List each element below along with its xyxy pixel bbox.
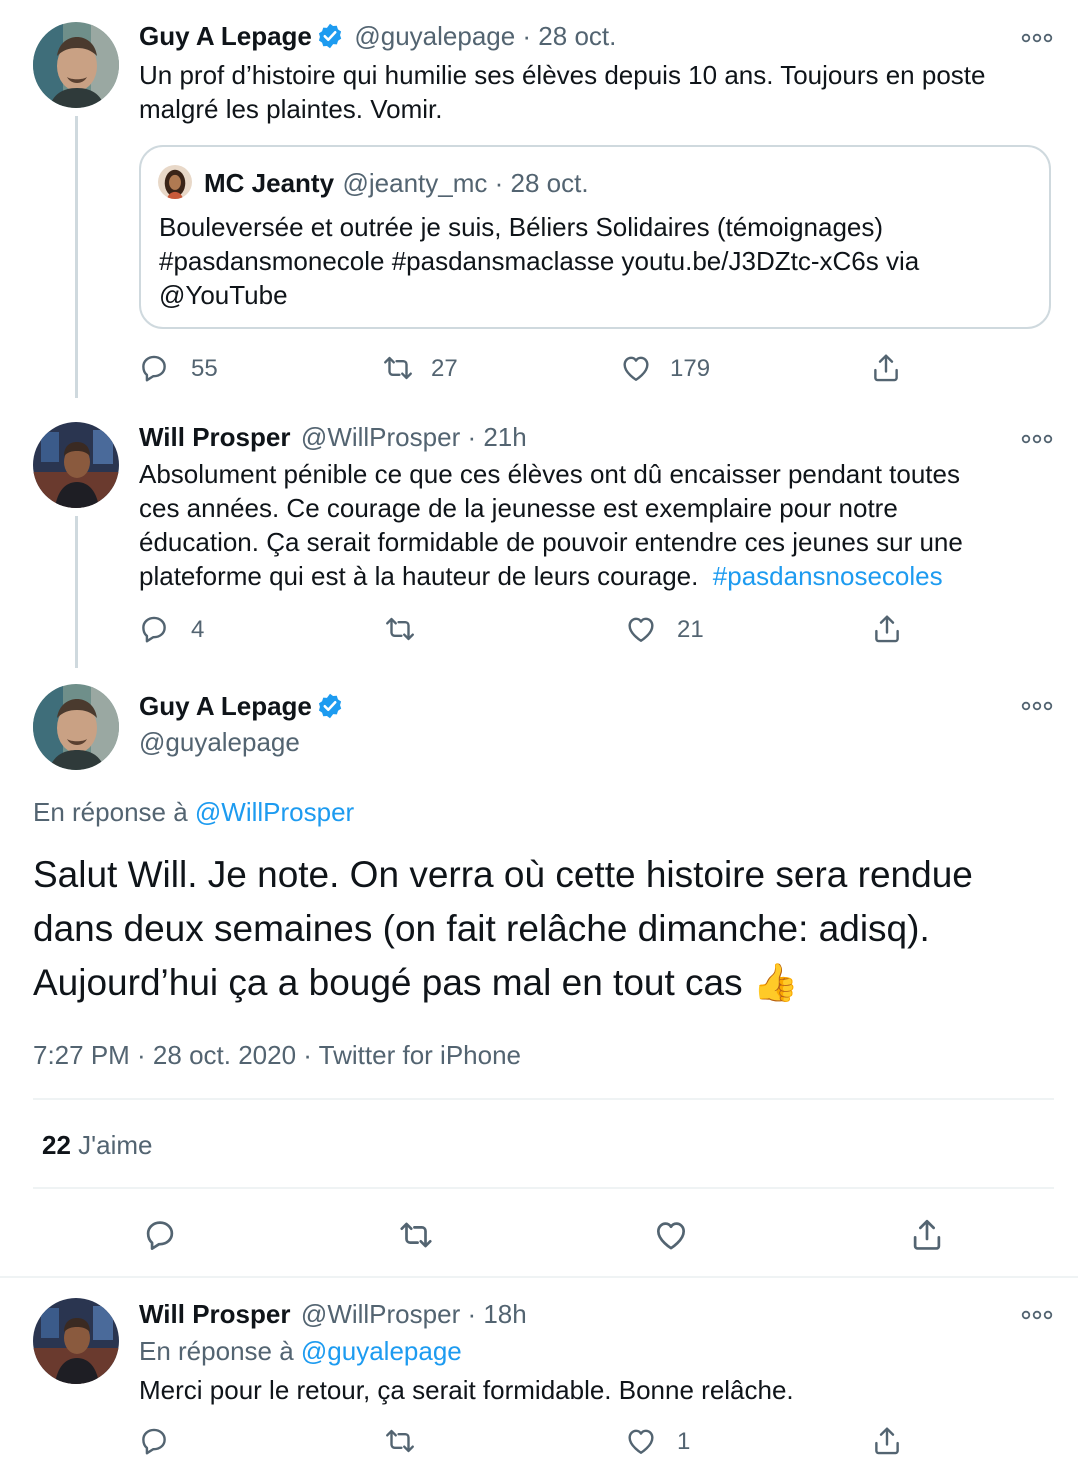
like-count: 1 — [677, 1428, 691, 1455]
share-icon[interactable] — [869, 351, 903, 385]
reply-context: En réponse à @WillProsper — [33, 797, 354, 828]
author-handle[interactable]: @guyalepage — [139, 727, 300, 758]
main-tweet-text-line: Aujourd’hui ça a bougé pas mal en tout c… — [33, 956, 799, 1010]
quoted-tweet-header: MC Jeanty @jeanty_mc · 28 oct. — [204, 168, 589, 199]
share-icon[interactable] — [908, 1216, 946, 1254]
reply-prefix: En réponse à — [33, 797, 195, 827]
tweet-text-line: Absolument pénible ce que ces élèves ont… — [139, 459, 960, 489]
like-count: 21 — [677, 616, 704, 643]
verified-icon — [316, 22, 344, 50]
divider — [33, 1098, 1054, 1100]
tweet-text-line: Un prof d’histoire qui humilie ses élève… — [139, 60, 986, 90]
retweet-icon[interactable] — [397, 1216, 435, 1254]
more-icon[interactable] — [1020, 699, 1054, 713]
avatar-willprosper[interactable] — [33, 1298, 119, 1384]
author-handle-time[interactable]: @guyalepage · 28 oct. — [354, 21, 616, 51]
tweet-text-line: éducation. Ça serait formidable de pouvo… — [139, 527, 963, 557]
tweet-metadata[interactable]: 7:27 PM · 28 oct. 2020 · Twitter for iPh… — [33, 1040, 521, 1071]
quoted-author-name: MC Jeanty — [204, 168, 335, 198]
main-tweet-text-line: Salut Will. Je note. On verra où cette h… — [33, 854, 973, 895]
tweet-text-line: plateforme qui est à la hauteur de leurs… — [139, 559, 943, 593]
like-icon[interactable] — [619, 351, 653, 385]
tweet-text-line: ces années. Ce courage de la jeunesse es… — [139, 493, 898, 523]
reply-count: 55 — [191, 355, 218, 382]
thread-line — [75, 516, 78, 668]
reply-icon[interactable] — [141, 1216, 179, 1254]
likes-summary[interactable]: 22 J'aime — [42, 1130, 152, 1161]
reply-to-link[interactable]: @guyalepage — [301, 1336, 462, 1366]
reply-to-link[interactable]: @WillProsper — [195, 797, 354, 827]
like-icon[interactable] — [624, 1424, 658, 1458]
divider — [0, 1276, 1078, 1278]
main-author-name-row: Guy A Lepage — [139, 691, 344, 722]
reply-icon[interactable] — [137, 1424, 171, 1458]
more-icon[interactable] — [1020, 432, 1054, 446]
more-icon[interactable] — [1020, 31, 1054, 45]
thumbs-up-emoji: 👍 — [752, 961, 799, 1004]
author-name[interactable]: Will Prosper — [139, 422, 290, 452]
main-tweet-text-line: dans deux semaines (on fait relâche dima… — [33, 908, 930, 949]
tweet1-header: Guy A Lepage @guyalepage · 28 oct. — [139, 21, 616, 52]
tweet-text: plateforme qui est à la hauteur de leurs… — [139, 561, 713, 591]
verified-icon — [316, 692, 344, 720]
tweet2-header: Will Prosper @WillProsper · 21h — [139, 422, 527, 453]
share-icon[interactable] — [870, 1424, 904, 1458]
quoted-text-line: Bouleversée et outrée je suis, Béliers S… — [159, 212, 884, 242]
likes-summary-label: J'aime — [78, 1130, 153, 1160]
avatar-willprosper[interactable] — [33, 422, 119, 508]
tweet3-header: Will Prosper @WillProsper · 18h — [139, 1299, 527, 1330]
avatar-guyalepage[interactable] — [33, 684, 119, 770]
reply-icon[interactable] — [137, 351, 171, 385]
quoted-text-line: @YouTube — [159, 280, 288, 310]
tweet-text-line: malgré les plaintes. Vomir. — [139, 94, 443, 124]
thread-line — [75, 116, 78, 398]
tweet-text-line: Merci pour le retour, ça serait formidab… — [139, 1375, 794, 1405]
retweet-count: 27 — [431, 355, 458, 382]
author-handle-time[interactable]: @WillProsper · 18h — [301, 1299, 527, 1329]
retweet-icon[interactable] — [383, 1424, 417, 1458]
reply-prefix: En réponse à — [139, 1336, 301, 1366]
more-icon[interactable] — [1020, 1308, 1054, 1322]
likes-summary-count: 22 — [42, 1130, 71, 1160]
author-handle-time[interactable]: @WillProsper · 21h — [301, 422, 527, 452]
like-icon[interactable] — [652, 1216, 690, 1254]
quoted-text-line: #pasdansmonecole #pasdansmaclasse youtu.… — [159, 246, 920, 276]
avatar-guyalepage[interactable] — [33, 22, 119, 108]
share-icon[interactable] — [870, 612, 904, 646]
author-name[interactable]: Guy A Lepage — [139, 691, 312, 721]
retweet-icon[interactable] — [381, 351, 415, 385]
reply-icon[interactable] — [137, 612, 171, 646]
reply-count: 4 — [191, 616, 205, 643]
main-tweet-text: Aujourd’hui ça a bougé pas mal en tout c… — [33, 962, 743, 1003]
hashtag-link[interactable]: #pasdansnosecoles — [713, 561, 943, 591]
like-count: 179 — [670, 355, 711, 382]
author-name[interactable]: Will Prosper — [139, 1299, 290, 1329]
retweet-icon[interactable] — [383, 612, 417, 646]
divider — [33, 1187, 1054, 1189]
reply-context: En réponse à @guyalepage — [139, 1336, 462, 1367]
quoted-author-handle-time: @jeanty_mc · 28 oct. — [342, 168, 589, 198]
avatar-jeanty-mc — [158, 165, 192, 199]
like-icon[interactable] — [624, 612, 658, 646]
author-name[interactable]: Guy A Lepage — [139, 21, 312, 51]
